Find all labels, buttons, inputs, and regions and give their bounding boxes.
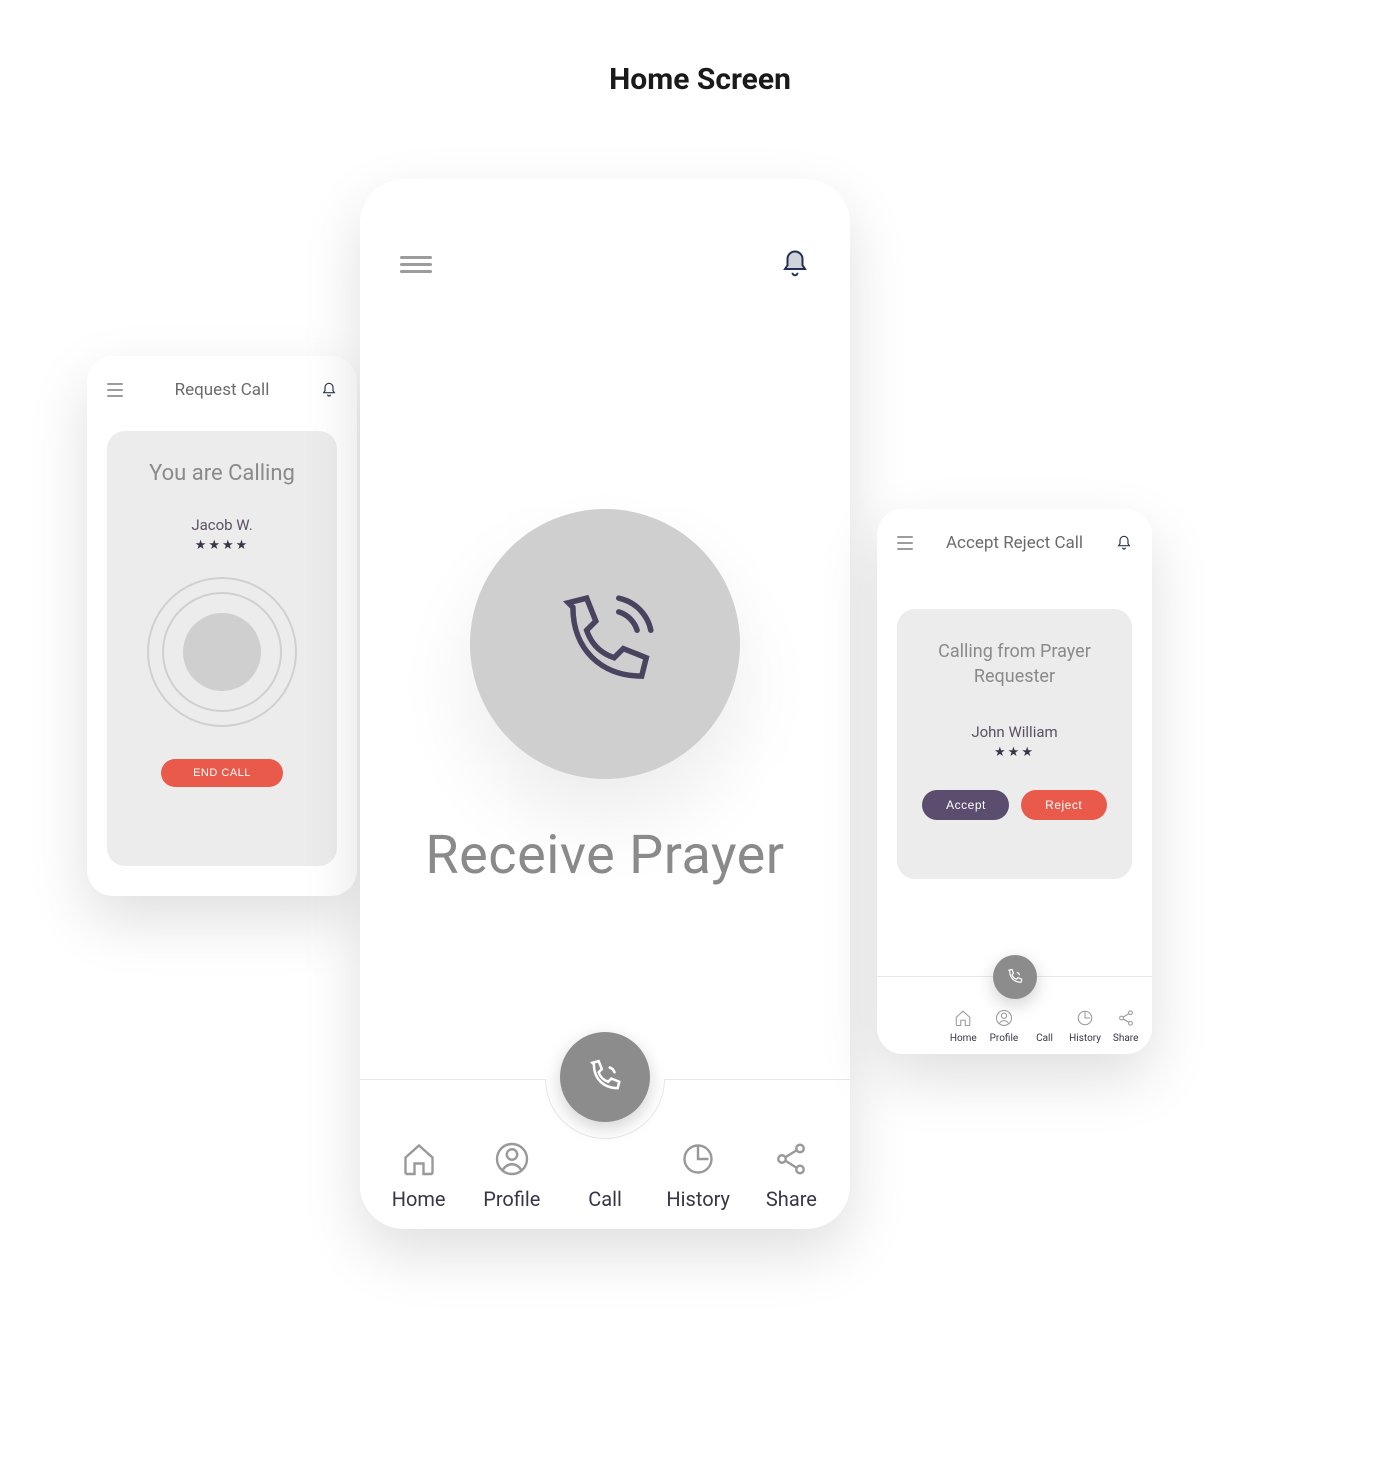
- menu-icon[interactable]: [897, 536, 913, 550]
- nav-call[interactable]: Call: [1024, 1009, 1065, 1044]
- bottom-nav: Home Profile Call History Share: [877, 976, 1152, 1054]
- nav-label: History: [666, 1187, 730, 1211]
- nav-label: Share: [1113, 1033, 1138, 1044]
- nav-share[interactable]: Share: [1105, 1009, 1146, 1044]
- card-title: You are Calling: [149, 461, 295, 486]
- bottom-nav: Home Profile Call History Share: [360, 1079, 850, 1229]
- nav-label: History: [1069, 1033, 1101, 1044]
- phone-request-call: Request Call You are Calling Jacob W. ★★…: [87, 356, 357, 896]
- incoming-call-card: Calling from Prayer Requester John Willi…: [897, 609, 1132, 879]
- bell-icon[interactable]: [321, 382, 337, 398]
- nav-share[interactable]: Share: [745, 1141, 838, 1211]
- caller-name: John William: [971, 723, 1057, 741]
- accept-button[interactable]: Accept: [922, 790, 1008, 820]
- nav-label: Call: [588, 1187, 622, 1211]
- rating-stars: ★★★★: [195, 538, 250, 553]
- rating-stars: ★★★: [994, 745, 1035, 760]
- nav-history[interactable]: History: [1065, 1009, 1106, 1044]
- caller-name: Jacob W.: [191, 516, 252, 534]
- nav-profile[interactable]: Profile: [984, 1009, 1025, 1044]
- nav-history[interactable]: History: [652, 1141, 745, 1211]
- nav-home[interactable]: Home: [372, 1141, 465, 1211]
- screen-title: Accept Reject Call: [946, 533, 1083, 553]
- nav-label: Home: [950, 1033, 977, 1044]
- nav-profile[interactable]: Profile: [465, 1141, 558, 1211]
- calling-card: You are Calling Jacob W. ★★★★ END CALL: [107, 431, 337, 866]
- screen-title: Request Call: [175, 380, 270, 400]
- nav-call-fab[interactable]: [993, 955, 1037, 999]
- receive-prayer-button[interactable]: [470, 509, 740, 779]
- menu-icon[interactable]: [107, 383, 123, 397]
- nav-label: Profile: [990, 1033, 1019, 1044]
- nav-call-fab[interactable]: [560, 1032, 650, 1122]
- phone-accept-reject: Accept Reject Call Calling from Prayer R…: [877, 509, 1152, 1054]
- call-ring-animation: [147, 577, 297, 727]
- reject-button[interactable]: Reject: [1021, 790, 1107, 820]
- nav-call[interactable]: Call: [558, 1141, 651, 1211]
- cta-label: Receive Prayer: [360, 824, 850, 887]
- nav-label: Share: [766, 1187, 817, 1211]
- nav-home[interactable]: Home: [943, 1009, 984, 1044]
- end-call-button[interactable]: END CALL: [161, 759, 283, 787]
- bell-icon[interactable]: [1116, 535, 1132, 551]
- phone-home: Receive Prayer Home Profile Call History…: [360, 179, 850, 1229]
- nav-label: Profile: [483, 1187, 540, 1211]
- menu-icon[interactable]: [400, 256, 432, 273]
- nav-label: Call: [1036, 1033, 1053, 1044]
- bell-icon[interactable]: [780, 249, 810, 279]
- card-title: Calling from Prayer Requester: [917, 639, 1112, 689]
- nav-label: Home: [392, 1187, 446, 1211]
- page-title: Home Screen: [0, 62, 1400, 97]
